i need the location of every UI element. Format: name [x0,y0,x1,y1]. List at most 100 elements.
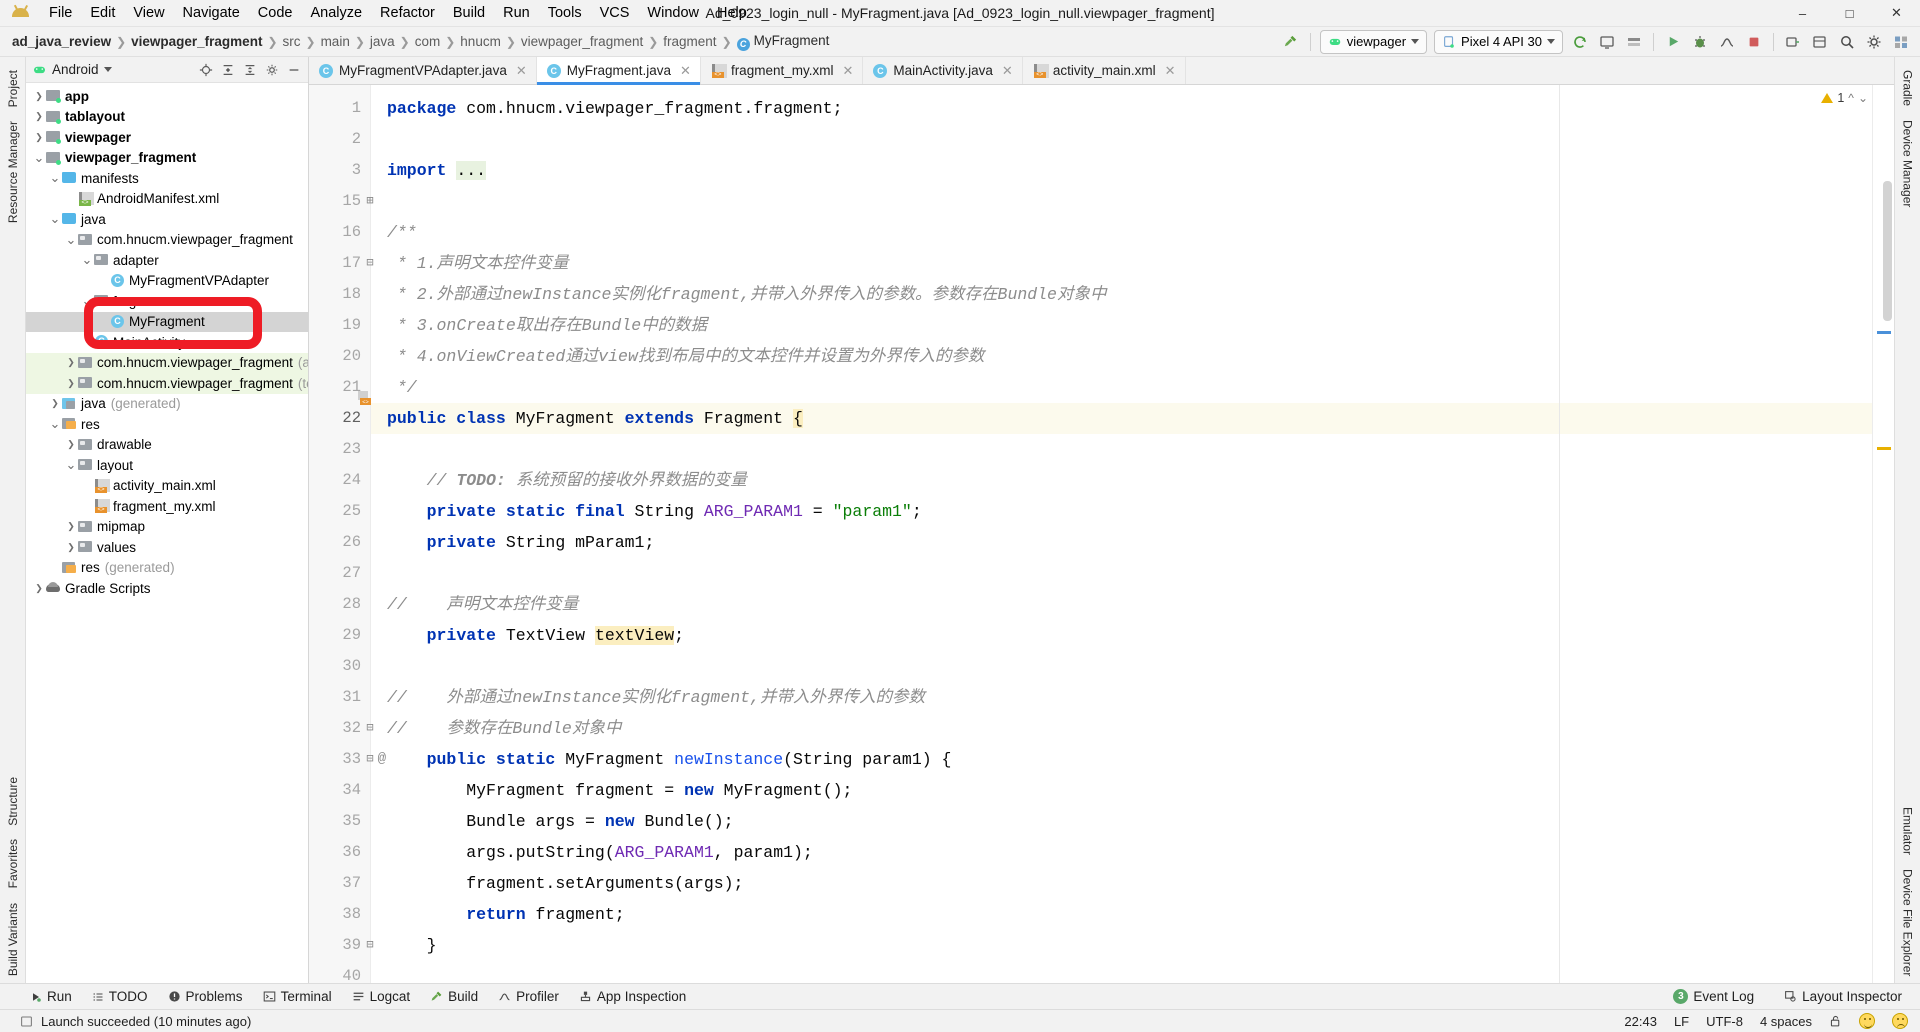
code-line[interactable]: fragment.setArguments(args); [371,868,1872,899]
code-line[interactable]: /** [371,217,1872,248]
code-editor[interactable]: 1 2 3 ⊞ 15 16 ⊟ 17 18 19 20 21 22 23 24 25 26 27 28 29 30 31 ⊟… [309,85,1894,983]
code-line[interactable]: // TODO: 系统预留的接收外界数据的变量 [371,465,1872,496]
breadcrumb-item-src[interactable]: src [279,32,305,51]
happy-face-icon[interactable] [1859,1013,1875,1029]
code-line[interactable]: args.putString(ARG_PARAM1, param1); [371,837,1872,868]
expand-all-icon[interactable] [240,60,260,80]
breadcrumb-item-module[interactable]: viewpager_fragment [127,32,266,51]
sdk-manager-icon[interactable] [1621,30,1647,54]
analysis-marker-warning[interactable] [1877,447,1891,450]
tree-node-fragment[interactable]: ⌄ fragment [26,291,308,312]
code-line[interactable] [371,186,1872,217]
close-icon[interactable]: ✕ [842,63,853,79]
code-line[interactable] [371,961,1872,983]
bottom-tab-layout-inspector[interactable]: Layout Inspector [1776,987,1910,1006]
menu-code[interactable]: Code [249,1,302,25]
close-icon[interactable]: ✕ [680,63,691,79]
menu-window[interactable]: Window [638,1,708,25]
breadcrumb-item-main[interactable]: main [317,32,354,51]
run-icon[interactable] [1660,30,1686,54]
project-structure-icon[interactable] [1888,30,1914,54]
code-line[interactable]: return fragment; [371,899,1872,930]
sync-gradle-icon[interactable] [1567,30,1593,54]
maximize-button[interactable]: □ [1826,0,1873,27]
layout-inspector-icon[interactable] [1807,30,1833,54]
chevron-down-icon[interactable]: ⌄ [80,294,94,307]
code-line[interactable]: } [371,930,1872,961]
breadcrumb-item-viewpager-fragment[interactable]: viewpager_fragment [517,32,647,51]
tree-node-res[interactable]: res (generated) [26,558,308,579]
chevron-down-icon[interactable]: ⌄ [32,151,46,164]
locate-icon[interactable] [196,60,216,80]
tree-node-res[interactable]: ⌄ res [26,414,308,435]
collapse-all-icon[interactable] [218,60,238,80]
breadcrumb-item-hnucm[interactable]: hnucm [456,32,505,51]
menu-tools[interactable]: Tools [539,1,591,25]
tree-node-myfragmentvpadapter[interactable]: MyFragmentVPAdapter [26,271,308,292]
analysis-gutter[interactable] [1872,85,1894,983]
bottom-tab-problems[interactable]: Problems [160,987,251,1006]
editor-scrollbar-thumb[interactable] [1883,181,1892,321]
bottom-tab-profiler[interactable]: Profiler [490,987,567,1006]
bottom-tab-build[interactable]: Build [422,987,486,1006]
chevron-right-icon[interactable]: ❯ [64,357,78,368]
tree-node-fragment-my-xml[interactable]: fragment_my.xml [26,496,308,517]
code-line[interactable]: // 参数存在Bundle对象中 [371,713,1872,744]
chevron-down-icon[interactable] [103,67,112,72]
status-line-separator[interactable]: LF [1674,1014,1689,1029]
tool-window-project[interactable]: Project [2,63,24,114]
chevron-right-icon[interactable]: ❯ [32,91,46,102]
tree-node-drawable[interactable]: ❯ drawable [26,435,308,456]
tree-node-mainactivity[interactable]: MainActivity [26,332,308,353]
tool-window-device-file-explorer[interactable]: Device File Explorer [1897,862,1919,983]
code-line[interactable]: * 1.声明文本控件变量 [371,248,1872,279]
breadcrumb-item-java[interactable]: java [366,32,399,51]
menu-build[interactable]: Build [444,1,494,25]
menu-navigate[interactable]: Navigate [174,1,249,25]
breadcrumb-item-class[interactable]: C MyFragment [733,31,834,53]
code-line[interactable] [371,434,1872,465]
chevron-down-icon[interactable]: ⌄ [48,212,62,225]
close-icon[interactable]: ✕ [516,63,527,79]
tree-node-androidmanifest-xml[interactable]: AndroidManifest.xml [26,189,308,210]
menu-help[interactable]: Help [708,1,756,25]
code-line[interactable]: private static final String ARG_PARAM1 =… [371,496,1872,527]
tree-node-com-hnucm-viewpager-fragment[interactable]: ⌄ com.hnucm.viewpager_fragment [26,230,308,251]
line-number-gutter[interactable]: 1 2 3 ⊞ 15 16 ⊟ 17 18 19 20 21 22 23 24 25 26 27 28 29 30 31 ⊟… [309,85,386,983]
code-line[interactable]: * 2.外部通过newInstance实例化fragment,并带入外界传入的参… [371,279,1872,310]
chevron-up-icon[interactable]: ^ [1848,91,1854,105]
status-indent[interactable]: 4 spaces [1760,1014,1812,1029]
bottom-tab-app-inspection[interactable]: App Inspection [571,987,694,1006]
tree-node-layout[interactable]: ⌄ layout [26,455,308,476]
chevron-down-icon[interactable]: ⌄ [64,233,78,246]
search-everywhere-icon[interactable] [1834,30,1860,54]
project-tree[interactable]: ❯ app ❯ tablayout ❯ viewpager ⌄ viewpager_fragm… [26,83,308,983]
tool-window-structure[interactable]: Structure [2,770,24,833]
close-icon[interactable]: ✕ [1165,63,1176,79]
build-hammer-icon[interactable] [1278,30,1304,54]
chevron-right-icon[interactable]: ❯ [64,542,78,553]
bottom-tab-todo[interactable]: TODO [84,987,156,1006]
chevron-right-icon[interactable]: ❯ [32,132,46,143]
tool-window-emulator[interactable]: Emulator [1897,800,1919,862]
bottom-tab-event-log[interactable]: 3 Event Log [1665,987,1762,1006]
code-line[interactable]: */ [371,372,1872,403]
tree-node-com-hnucm-viewpager-fragment[interactable]: ❯ com.hnucm.viewpager_fragment (test) [26,373,308,394]
editor-tab-myfragment-java[interactable]: MyFragment.java ✕ [536,57,701,85]
chevron-right-icon[interactable]: ❯ [64,521,78,532]
stop-icon[interactable] [1741,30,1767,54]
chevron-right-icon[interactable]: ❯ [32,583,46,594]
editor-tab-activity-main-xml[interactable]: activity_main.xml ✕ [1023,57,1186,84]
close-icon[interactable]: ✕ [1002,63,1013,79]
code-line[interactable]: private String mParam1; [371,527,1872,558]
tree-node-adapter[interactable]: ⌄ adapter [26,250,308,271]
chevron-down-icon[interactable]: ⌄ [48,171,62,184]
profiler-icon[interactable] [1714,30,1740,54]
editor-tab-myfragmentvpadapter-java[interactable]: MyFragmentVPAdapter.java ✕ [309,57,537,84]
chevron-right-icon[interactable]: ❯ [64,439,78,450]
tree-node-java[interactable]: ⌄ java [26,209,308,230]
close-button[interactable]: ✕ [1873,0,1920,27]
unlocked-icon[interactable] [1829,1014,1842,1028]
code-line[interactable]: private TextView textView; [371,620,1872,651]
tool-window-resource-manager[interactable]: Resource Manager [2,114,24,230]
